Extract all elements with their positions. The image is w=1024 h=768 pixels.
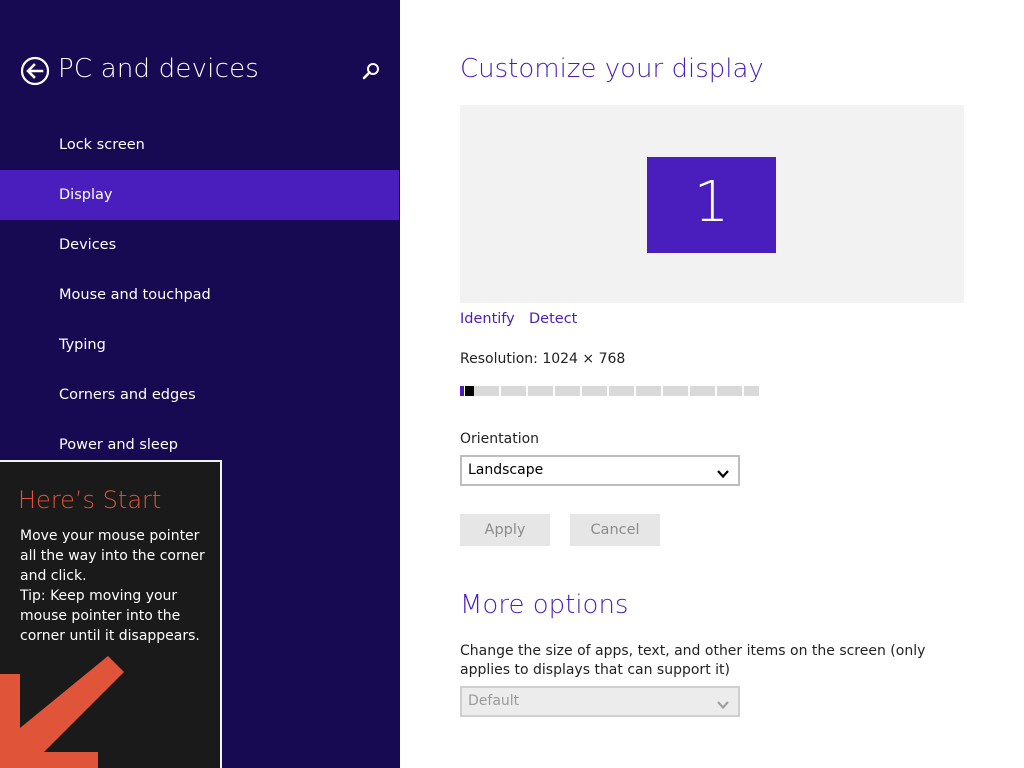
nav-item-devices[interactable]: Devices [0,220,399,270]
size-value: Default [468,693,520,709]
nav-item-mouse-and-touchpad[interactable]: Mouse and touchpad [0,270,399,320]
nav-item-typing[interactable]: Typing [0,320,399,370]
section-title-more-options: More options [460,590,629,620]
display-arrangement-area: 1 [460,105,964,303]
slider-fill [460,386,464,396]
nav-item-lock-screen[interactable]: Lock screen [0,120,399,170]
page-title: PC and devices [58,54,260,84]
identify-link[interactable]: Identify [460,311,515,327]
chevron-down-icon [716,695,730,710]
section-title-customize-display: Customize your display [460,54,764,84]
main-content: Customize your display 1 Identify Detect… [400,0,1024,768]
back-arrow-icon[interactable] [20,56,50,86]
settings-nav: Lock screen Display Devices Mouse and to… [0,120,399,470]
monitor-tile[interactable]: 1 [647,157,776,253]
tip-line-hint: Tip: Keep moving your mouse pointer into… [20,588,200,644]
orientation-label: Orientation [460,431,540,447]
apply-button[interactable]: Apply [460,514,550,546]
cancel-button[interactable]: Cancel [570,514,660,546]
detect-link[interactable]: Detect [529,311,577,327]
slider-track[interactable] [474,386,759,396]
resolution-label: Resolution: 1024 × 768 [460,351,626,367]
resolution-slider[interactable] [460,386,759,396]
nav-item-display[interactable]: Display [0,170,399,220]
chevron-down-icon [716,464,730,479]
orientation-value: Landscape [468,462,544,478]
tip-body: Move your mouse pointer all the way into… [20,526,210,646]
tip-title: Here’s Start [18,486,162,514]
nav-item-corners-and-edges[interactable]: Corners and edges [0,370,399,420]
size-dropdown[interactable]: Default [460,686,740,717]
orientation-dropdown[interactable]: Landscape [460,455,740,486]
slider-thumb[interactable] [465,386,474,396]
tip-line-instruction: Move your mouse pointer all the way into… [20,528,205,584]
start-tip-overlay: Here’s Start Move your mouse pointer all… [0,460,222,768]
search-icon[interactable] [360,60,382,82]
size-description: Change the size of apps, text, and other… [460,643,926,678]
corner-arrow-icon [0,648,130,768]
